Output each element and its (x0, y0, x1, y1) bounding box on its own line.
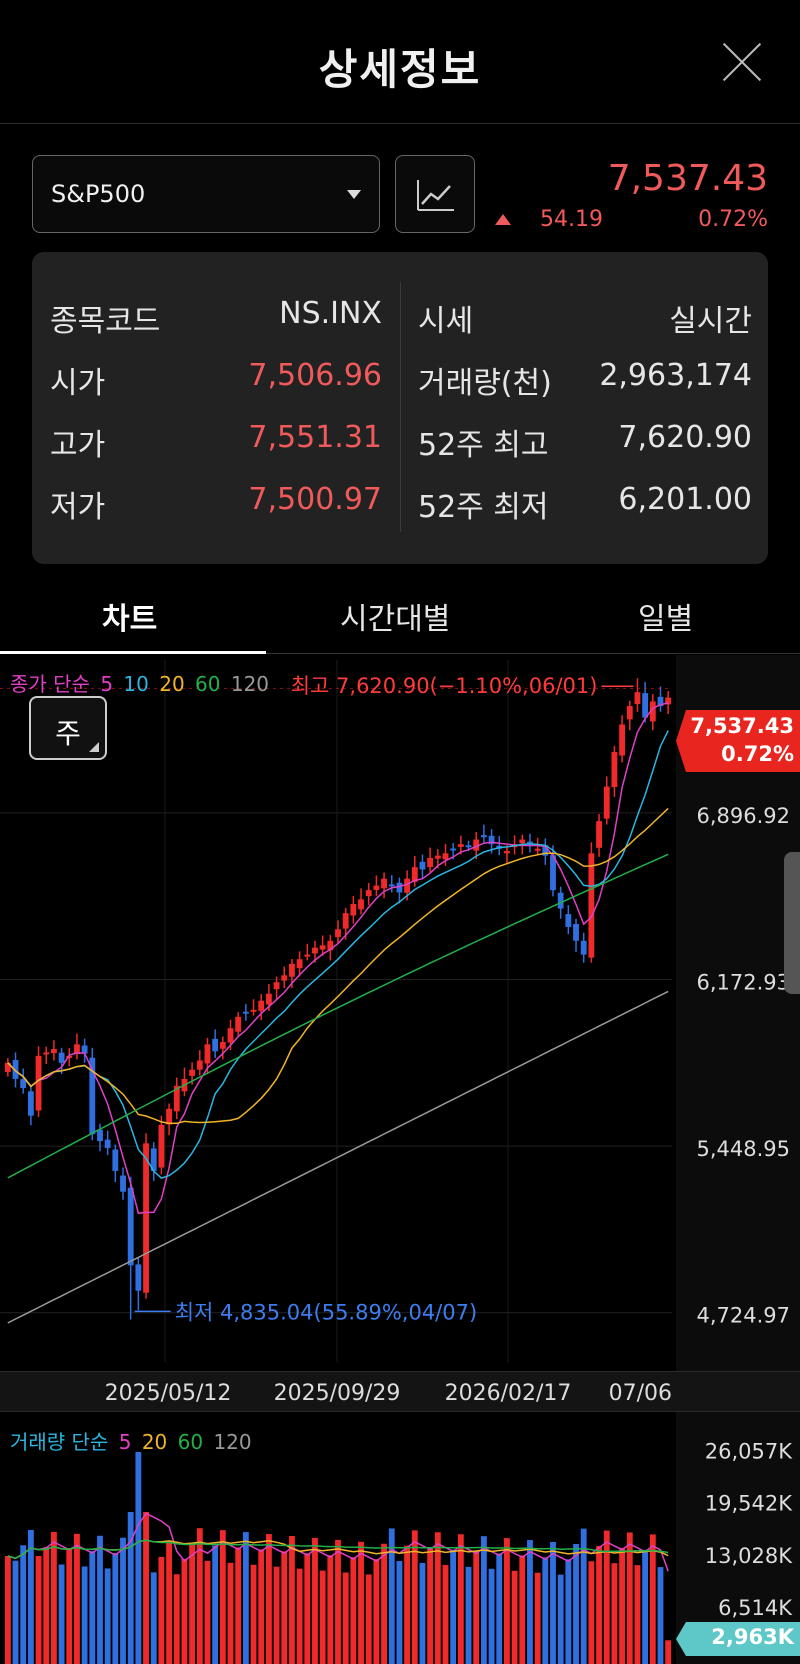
current-volume-tag: 2,963K (676, 1622, 800, 1656)
line-chart-icon (417, 180, 454, 211)
info-label: 52주 최저 (418, 490, 549, 525)
chevron-down-icon (347, 190, 361, 199)
ma-legend: 종가 단순 5 10 20 60 120 (10, 668, 273, 697)
price-tag-pct: 0.72% (721, 742, 794, 766)
info-row: 종목코드 NS.INX (50, 296, 382, 339)
info-label: 52주 최고 (418, 428, 549, 463)
info-value: 7,500.97 (248, 482, 382, 517)
volume-legend-item-20: 20 (141, 1430, 168, 1454)
info-row: 거래량(천) 2,963,174 (418, 358, 752, 401)
info-label: 고가 (50, 428, 106, 463)
x-axis-band (0, 1371, 800, 1412)
volume-legend: 거래량 단순 5 20 60 120 (10, 1426, 256, 1455)
volume-legend-item-5: 5 (118, 1430, 132, 1454)
info-row: 52주 최저 6,201.00 (418, 482, 752, 525)
price-tag-price: 7,537.43 (690, 714, 794, 738)
volume-legend-item-120: 120 (213, 1430, 252, 1454)
info-row: 고가 7,551.31 (50, 420, 382, 463)
current-price-tag: 7,537.43 0.72% (676, 710, 800, 772)
legend-item-20: 20 (159, 672, 185, 696)
page-title: 상세정보 (318, 45, 482, 94)
symbol-select[interactable]: S&P500 (32, 155, 380, 233)
tab-bar: 차트 시간대별 일별 (0, 580, 800, 654)
info-row: 52주 최고 7,620.90 (418, 420, 752, 463)
info-row: 시가 7,506.96 (50, 358, 382, 401)
price-change: 54.19 (540, 207, 603, 232)
chart-view-button[interactable] (395, 155, 475, 233)
tab-chart[interactable]: 차트 (102, 594, 157, 638)
info-value: 2,963,174 (599, 358, 752, 393)
volume-legend-prefix: 거래량 단순 (10, 1430, 109, 1454)
info-label: 거래량(천) (418, 366, 552, 401)
info-row: 시세 실시간 (418, 296, 752, 339)
legend-prefix: 종가 단순 (10, 672, 90, 696)
tab-daily[interactable]: 일별 (638, 594, 693, 638)
scroll-handle[interactable] (784, 852, 800, 994)
close-icon[interactable] (722, 42, 762, 82)
info-value: NS.INX (279, 296, 382, 331)
info-label: 저가 (50, 490, 106, 525)
info-value: 6,201.00 (618, 482, 752, 517)
corner-triangle-icon (89, 742, 99, 752)
symbol-select-label: S&P500 (51, 180, 146, 208)
tab-by-time[interactable]: 시간대별 (340, 594, 450, 638)
price-change-pct: 0.72% (698, 207, 768, 232)
up-arrow-icon (495, 214, 511, 225)
info-label: 종목코드 (50, 304, 161, 339)
info-card: 종목코드 NS.INX 시가 7,506.96 고가 7,551.31 저가 7… (32, 252, 768, 564)
info-value: 실시간 (669, 304, 752, 339)
active-tab-indicator (0, 651, 266, 654)
volume-legend-item-60: 60 (177, 1430, 204, 1454)
legend-item-5: 5 (100, 672, 114, 696)
info-value: 7,620.90 (618, 420, 752, 455)
info-row: 저가 7,500.97 (50, 482, 382, 525)
period-select-button[interactable]: 주 (29, 696, 107, 760)
legend-item-60: 60 (195, 672, 221, 696)
info-value: 7,551.31 (248, 420, 382, 455)
legend-item-120: 120 (230, 672, 270, 696)
info-label: 시세 (418, 304, 474, 339)
info-divider (400, 282, 401, 532)
header-bar: 상세정보 (0, 0, 800, 124)
info-value: 7,506.96 (248, 358, 382, 393)
info-label: 시가 (50, 366, 106, 401)
legend-item-10: 10 (123, 672, 149, 696)
volume-tag-value: 2,963K (711, 1625, 794, 1649)
current-price: 7,537.43 (607, 158, 768, 199)
